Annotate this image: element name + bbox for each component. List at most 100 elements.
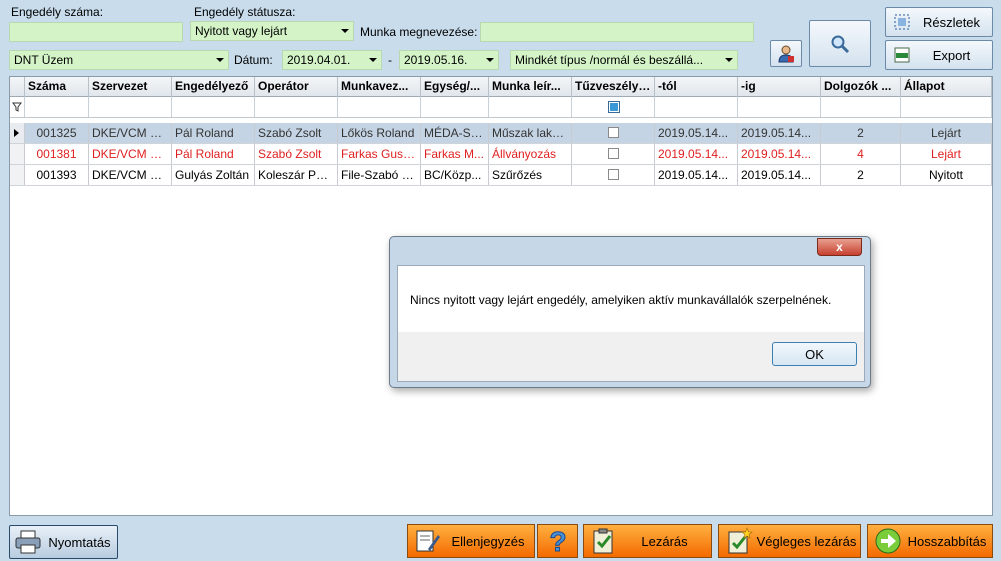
plant-select[interactable]: DNT Üzem xyxy=(9,50,229,70)
column-header[interactable]: Egység/... xyxy=(421,77,489,97)
ok-button[interactable]: OK xyxy=(772,342,857,366)
countersign-button[interactable]: Ellenjegyzés xyxy=(407,524,535,558)
grid-filter-row xyxy=(10,97,992,118)
cell-description: Szűrőzés xyxy=(489,165,572,185)
arrow-right-icon xyxy=(875,528,901,554)
table-row[interactable]: 001325 DKE/VCM Ü... Pál Roland Szabó Zso… xyxy=(10,123,992,144)
search-icon xyxy=(831,35,850,53)
work-name-input[interactable] xyxy=(480,22,754,42)
cell-description: Állványozás xyxy=(489,144,572,164)
table-row[interactable]: 001381 DKE/VCM Ü... Pál Roland Szabó Zso… xyxy=(10,144,992,165)
cell-from: 2019.05.14... xyxy=(655,165,738,185)
search-button[interactable] xyxy=(809,20,871,67)
filter-cell[interactable] xyxy=(25,97,89,117)
final-close-label: Végleges lezárás xyxy=(756,533,857,549)
date-to-picker[interactable]: 2019.05.16. xyxy=(399,50,499,70)
filter-cell[interactable] xyxy=(172,97,255,117)
question-icon: ? xyxy=(548,527,566,555)
work-name-label: Munka megnevezése: xyxy=(360,25,478,39)
final-close-button[interactable]: Végleges lezárás xyxy=(718,524,861,558)
fire-hazard-checkbox[interactable] xyxy=(608,148,619,159)
cell-number: 001393 xyxy=(25,165,89,185)
cell-description: Műszak laka... xyxy=(489,123,572,143)
cell-authorizer: Gulyás Zoltán xyxy=(172,165,255,185)
cell-fire-hazard xyxy=(572,123,655,143)
cell-operator: Szabó Zsolt xyxy=(255,123,338,143)
plant-value: DNT Üzem xyxy=(14,53,74,67)
column-header[interactable]: Száma xyxy=(25,77,89,97)
filter-cell[interactable] xyxy=(738,97,821,117)
close-permit-button[interactable]: Lezárás xyxy=(583,524,712,558)
column-header[interactable]: Munkavez... xyxy=(338,77,421,97)
close-icon: x xyxy=(836,240,843,254)
table-row[interactable]: 001393 DKE/VCM Ü... Gulyás Zoltán Kolesz… xyxy=(10,165,992,186)
column-header[interactable]: -tól xyxy=(655,77,738,97)
column-header[interactable]: -ig xyxy=(738,77,821,97)
cell-to: 2019.05.14... xyxy=(738,165,821,185)
cell-fire-hazard xyxy=(572,165,655,185)
clipboard-star-icon xyxy=(728,527,753,554)
column-header[interactable]: Munka leír... xyxy=(489,77,572,97)
date-from-picker[interactable]: 2019.04.01. xyxy=(282,50,382,70)
cell-to: 2019.05.14... xyxy=(738,144,821,164)
signature-icon xyxy=(416,530,440,552)
filter-cell[interactable] xyxy=(255,97,338,117)
print-label: Nyomtatás xyxy=(48,534,111,550)
cell-status: Lejárt xyxy=(901,144,992,164)
filter-cell[interactable] xyxy=(89,97,172,117)
dialog-close-button[interactable]: x xyxy=(817,238,862,256)
cell-number: 001381 xyxy=(25,144,89,164)
fire-hazard-checkbox[interactable] xyxy=(608,127,619,138)
details-icon xyxy=(894,14,910,30)
user-icon xyxy=(778,45,794,62)
print-button[interactable]: Nyomtatás xyxy=(9,525,118,559)
chevron-down-icon xyxy=(216,58,224,62)
filter-cell[interactable] xyxy=(901,97,992,117)
fire-hazard-checkbox[interactable] xyxy=(608,169,619,180)
row-indicator xyxy=(10,165,25,185)
cell-operator: Koleszár Péter xyxy=(255,165,338,185)
user-filter-button[interactable] xyxy=(770,40,802,67)
export-label: Export xyxy=(932,47,971,63)
message-dialog: x Nincs nyitott vagy lejárt engedély, am… xyxy=(389,236,871,388)
column-header[interactable]: Dolgozók ... xyxy=(821,77,901,97)
cell-to: 2019.05.14... xyxy=(738,123,821,143)
permit-number-input[interactable] xyxy=(9,22,183,42)
column-header[interactable]: Operátor xyxy=(255,77,338,97)
filter-cell[interactable] xyxy=(338,97,421,117)
permit-status-select[interactable]: Nyitott vagy lejárt xyxy=(190,21,354,41)
column-header[interactable]: Állapot xyxy=(901,77,992,97)
filter-cell[interactable] xyxy=(821,97,901,117)
column-header[interactable]: Szervezet xyxy=(89,77,172,97)
cell-status: Lejárt xyxy=(901,123,992,143)
filter-cell[interactable] xyxy=(421,97,489,117)
cell-from: 2019.05.14... xyxy=(655,144,738,164)
export-button[interactable]: Export xyxy=(885,40,993,70)
filter-icon[interactable] xyxy=(10,97,25,117)
permit-type-value: Mindkét típus /normál és beszállá... xyxy=(515,53,704,67)
row-indicator-header xyxy=(10,77,25,97)
column-header[interactable]: Engedélyező xyxy=(172,77,255,97)
cell-unit: MÉDA-ST... xyxy=(421,123,489,143)
cell-status: Nyitott xyxy=(901,165,992,185)
filter-cell[interactable] xyxy=(572,97,655,117)
column-header[interactable]: Tűzveszélyes xyxy=(572,77,655,97)
row-selected-indicator xyxy=(10,123,25,143)
dialog-body: Nincs nyitott vagy lejárt engedély, amel… xyxy=(397,265,865,382)
details-button[interactable]: Részletek xyxy=(885,7,993,37)
filter-cell[interactable] xyxy=(489,97,572,117)
cell-authorizer: Pál Roland xyxy=(172,123,255,143)
clipboard-check-icon xyxy=(593,528,613,554)
cell-org: DKE/VCM Ü... xyxy=(89,123,172,143)
date-from-value: 2019.04.01. xyxy=(287,53,351,67)
filter-cell[interactable] xyxy=(655,97,738,117)
dialog-message: Nincs nyitott vagy lejárt engedély, amel… xyxy=(410,293,832,307)
chevron-down-icon xyxy=(725,58,733,62)
row-indicator xyxy=(10,144,25,164)
extend-button[interactable]: Hosszabbítás xyxy=(867,524,993,558)
help-button[interactable]: ? xyxy=(537,524,578,558)
permit-type-select[interactable]: Mindkét típus /normál és beszállá... xyxy=(510,50,738,70)
filter-checkbox[interactable] xyxy=(608,101,620,113)
extend-label: Hosszabbítás xyxy=(907,533,987,549)
printer-icon xyxy=(15,530,41,554)
